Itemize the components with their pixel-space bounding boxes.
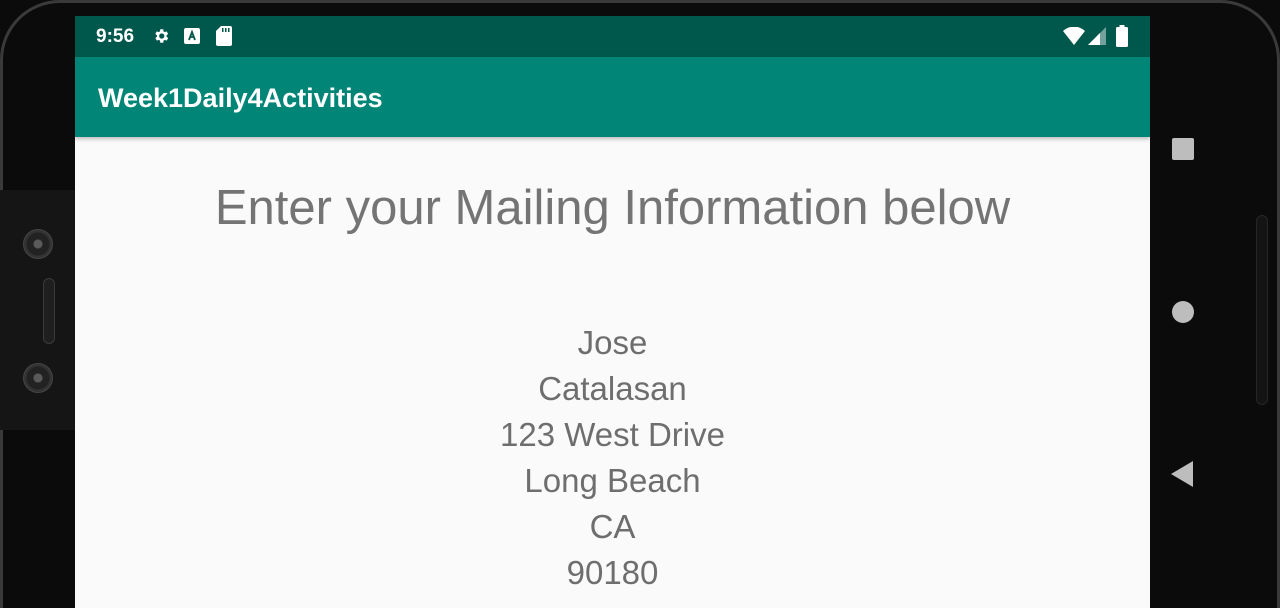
sd-card-icon <box>216 26 232 46</box>
app-screen: 9:56 Week1Daily4Activities Enter your Ma… <box>75 16 1150 608</box>
side-button <box>1256 215 1268 405</box>
state-text: CA <box>589 508 636 545</box>
earpiece-speaker <box>43 278 55 344</box>
battery-icon <box>1116 25 1128 47</box>
app-toolbar: Week1Daily4Activities <box>75 57 1150 137</box>
zip-text: 90180 <box>566 554 659 591</box>
phone-device: 9:56 Week1Daily4Activities Enter your Ma… <box>0 0 1280 608</box>
wifi-icon <box>1063 27 1085 45</box>
app-title: Week1Daily4Activities <box>98 83 383 113</box>
city-text: Long Beach <box>524 462 701 499</box>
status-bar: 9:56 <box>75 16 1150 57</box>
first-name-text: Jose <box>577 324 648 361</box>
street-text: 123 West Drive <box>500 416 725 453</box>
home-button[interactable] <box>1171 300 1195 324</box>
signal-icon <box>1088 27 1106 45</box>
a-letter-icon <box>184 28 200 44</box>
back-button[interactable] <box>1171 461 1193 487</box>
sensor-icon <box>23 363 53 393</box>
phone-side-panel <box>0 190 75 430</box>
status-time: 9:56 <box>96 26 135 47</box>
address-block: Jose Catalasan 123 West Drive Long Beach… <box>75 320 1150 596</box>
last-name-text: Catalasan <box>538 370 687 407</box>
recents-button[interactable] <box>1172 138 1194 160</box>
gear-icon <box>155 29 169 43</box>
front-camera-icon <box>23 229 53 259</box>
mailing-info-heading: Enter your Mailing Information below <box>214 181 1011 235</box>
